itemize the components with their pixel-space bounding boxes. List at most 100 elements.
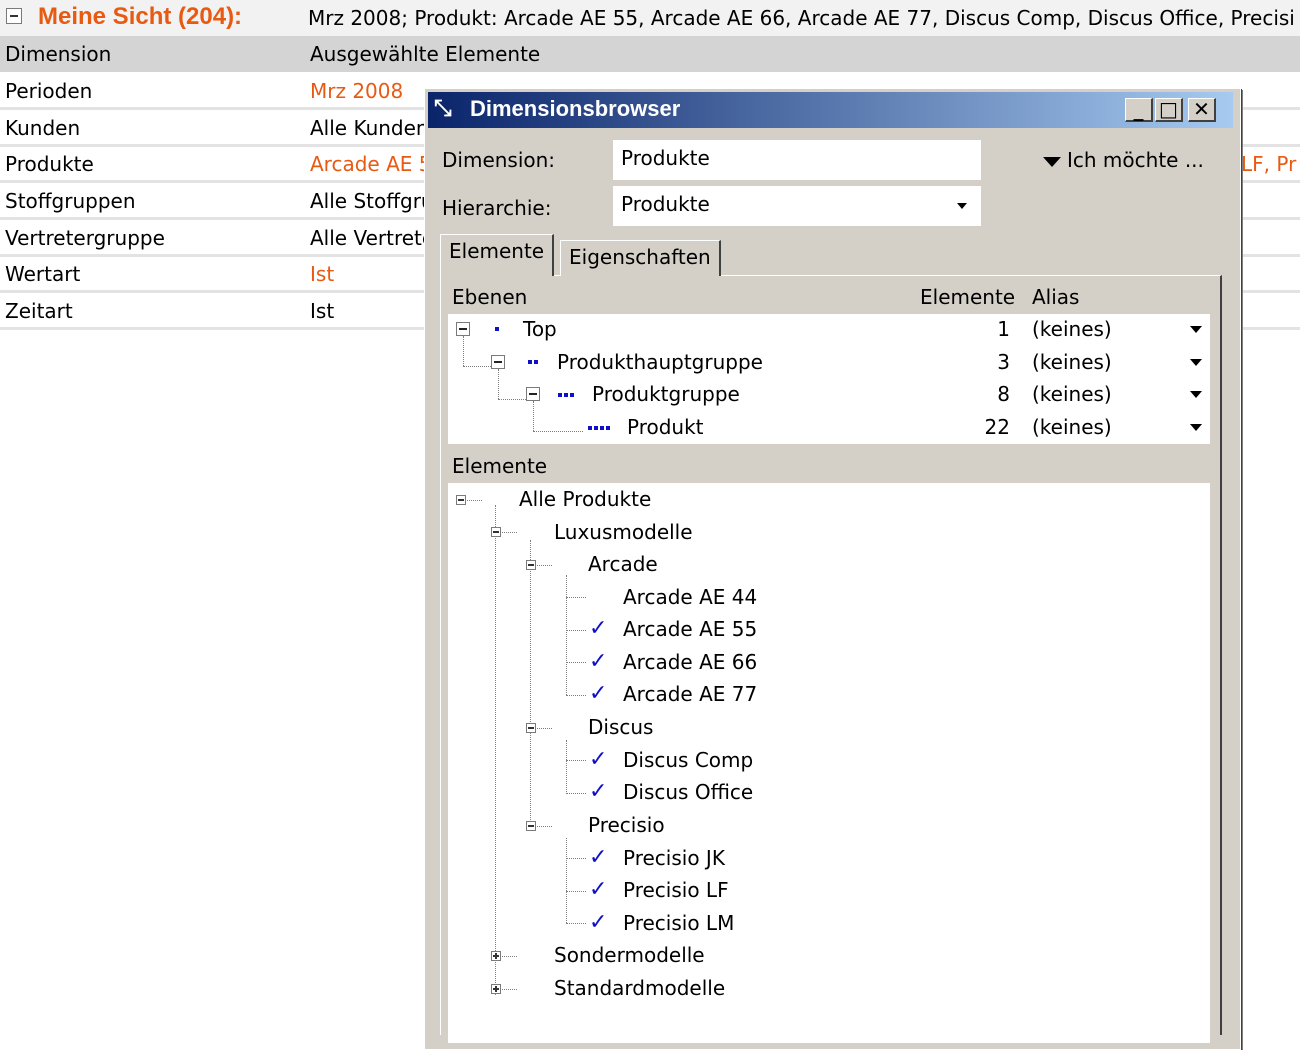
- collapse-icon[interactable]: [526, 821, 536, 831]
- chevron-down-icon[interactable]: [1190, 424, 1202, 431]
- row-value[interactable]: Alle Kunden: [310, 116, 429, 140]
- minimize-button[interactable]: _: [1125, 98, 1153, 122]
- chevron-down-icon[interactable]: [1190, 326, 1202, 333]
- tree-item[interactable]: Sondermodelle: [554, 943, 705, 967]
- row-value[interactable]: Alle Vertrete: [310, 226, 434, 250]
- close-button[interactable]: ✕: [1188, 98, 1216, 122]
- tab-eigenschaften[interactable]: Eigenschaften: [560, 240, 721, 276]
- chevron-down-icon[interactable]: [1190, 359, 1202, 366]
- level-alias[interactable]: (keines): [1032, 350, 1112, 374]
- view-title: Meine Sicht (204):: [38, 3, 243, 30]
- dimension-label: Dimension:: [442, 148, 556, 172]
- checkmark-icon: ✓: [589, 649, 608, 674]
- level-name: Produktgruppe: [592, 382, 740, 406]
- ich-moechte-label: Ich möchte ...: [1067, 148, 1204, 172]
- column-header-dimension: Dimension: [5, 42, 112, 66]
- level-alias[interactable]: (keines): [1032, 382, 1112, 406]
- collapse-icon[interactable]: [456, 322, 470, 336]
- tree-item[interactable]: Alle Produkte: [519, 487, 651, 511]
- pivot-arrows-icon: ⤡: [434, 96, 452, 121]
- tree-item[interactable]: Precisio LF: [623, 878, 729, 902]
- tree-connector: [533, 431, 583, 432]
- row-value[interactable]: Ist: [310, 299, 334, 323]
- levels-count-header: Elemente: [920, 285, 1016, 309]
- row-value[interactable]: Alle Stoffgru: [310, 189, 434, 213]
- chevron-down-icon[interactable]: [1190, 391, 1202, 398]
- tree-item[interactable]: Precisio: [588, 813, 665, 837]
- collapse-icon[interactable]: [456, 495, 466, 505]
- ich-moechte-menu[interactable]: Ich möchte ...: [1043, 148, 1204, 172]
- tree-connector: [566, 891, 586, 892]
- tree-connector: [566, 597, 586, 598]
- tree-connector: [566, 575, 567, 695]
- checkmark-icon: ✓: [589, 616, 608, 641]
- window-titlebar[interactable]: ⤡ Dimensionsbrowser _ □ ✕: [428, 92, 1233, 128]
- tree-item[interactable]: Arcade AE 77: [623, 682, 757, 706]
- maximize-button[interactable]: □: [1155, 98, 1183, 122]
- expand-icon[interactable]: [491, 951, 501, 961]
- tree-connector: [566, 793, 586, 794]
- tree-connector: [533, 401, 534, 431]
- level-1-icon: [495, 327, 501, 331]
- tree-item[interactable]: Arcade AE 66: [623, 650, 757, 674]
- window-title: Dimensionsbrowser: [470, 96, 681, 121]
- level-count: 8: [997, 382, 1010, 406]
- hierarchy-select[interactable]: Produkte: [613, 186, 981, 226]
- row-label: Stoffgruppen: [5, 189, 136, 213]
- products-value-overflow: LF, Pr: [1241, 152, 1297, 176]
- row-value[interactable]: Arcade AE 5: [310, 152, 431, 176]
- row-label: Wertart: [5, 262, 81, 286]
- tree-connector: [566, 662, 586, 663]
- tree-connector: [566, 760, 586, 761]
- row-label: Produkte: [5, 152, 94, 176]
- level-name: Top: [523, 317, 557, 341]
- level-count: 3: [997, 350, 1010, 374]
- dimension-field[interactable]: Produkte: [613, 140, 981, 180]
- elements-header: Elemente: [452, 454, 548, 478]
- level-3-icon: [558, 393, 576, 397]
- row-value[interactable]: Ist: [310, 262, 334, 286]
- level-alias[interactable]: (keines): [1032, 317, 1112, 341]
- tree-item[interactable]: Precisio JK: [623, 846, 725, 870]
- chevron-down-icon[interactable]: [948, 186, 976, 226]
- tree-item[interactable]: Discus: [588, 715, 653, 739]
- level-count: 1: [997, 317, 1010, 341]
- collapse-icon[interactable]: [526, 560, 536, 570]
- level-count: 22: [984, 415, 1010, 439]
- tree-item[interactable]: Standardmodelle: [554, 976, 725, 1000]
- tree-connector: [463, 336, 464, 366]
- view-summary: Mrz 2008; Produkt: Arcade AE 55, Arcade …: [308, 6, 1295, 30]
- tree-connector: [495, 505, 496, 995]
- row-value[interactable]: Mrz 2008: [310, 79, 403, 103]
- tree-item[interactable]: Arcade AE 55: [623, 617, 757, 641]
- tree-item[interactable]: Arcade: [588, 552, 658, 576]
- tree-item[interactable]: Discus Comp: [623, 748, 753, 772]
- tab-elemente[interactable]: Elemente: [440, 234, 555, 276]
- tree-item[interactable]: Discus Office: [623, 780, 753, 804]
- checkmark-icon: ✓: [589, 681, 608, 706]
- tree-connector: [463, 366, 491, 367]
- level-name: Produkt: [627, 415, 704, 439]
- tree-item[interactable]: Luxusmodelle: [554, 520, 693, 544]
- tree-item[interactable]: Precisio LM: [623, 911, 734, 935]
- expand-icon[interactable]: [491, 984, 501, 994]
- level-4-icon: [588, 426, 612, 430]
- level-2-icon: [528, 360, 540, 364]
- collapse-toggle[interactable]: [6, 8, 22, 24]
- collapse-icon[interactable]: [491, 355, 505, 369]
- levels-header: Ebenen: [452, 285, 528, 309]
- collapse-icon[interactable]: [526, 723, 536, 733]
- collapse-icon[interactable]: [491, 527, 501, 537]
- row-label: Zeitart: [5, 299, 73, 323]
- checkmark-icon: ✓: [589, 747, 608, 772]
- tree-item[interactable]: Arcade AE 44: [623, 585, 757, 609]
- triangle-down-icon: [1043, 156, 1061, 167]
- checkmark-icon: ✓: [589, 910, 608, 935]
- checkmark-icon: ✓: [589, 779, 608, 804]
- row-label: Perioden: [5, 79, 93, 103]
- tree-connector: [566, 630, 586, 631]
- collapse-icon[interactable]: [526, 387, 540, 401]
- tree-connector: [566, 695, 586, 696]
- hierarchy-label: Hierarchie:: [442, 196, 552, 220]
- level-alias[interactable]: (keines): [1032, 415, 1112, 439]
